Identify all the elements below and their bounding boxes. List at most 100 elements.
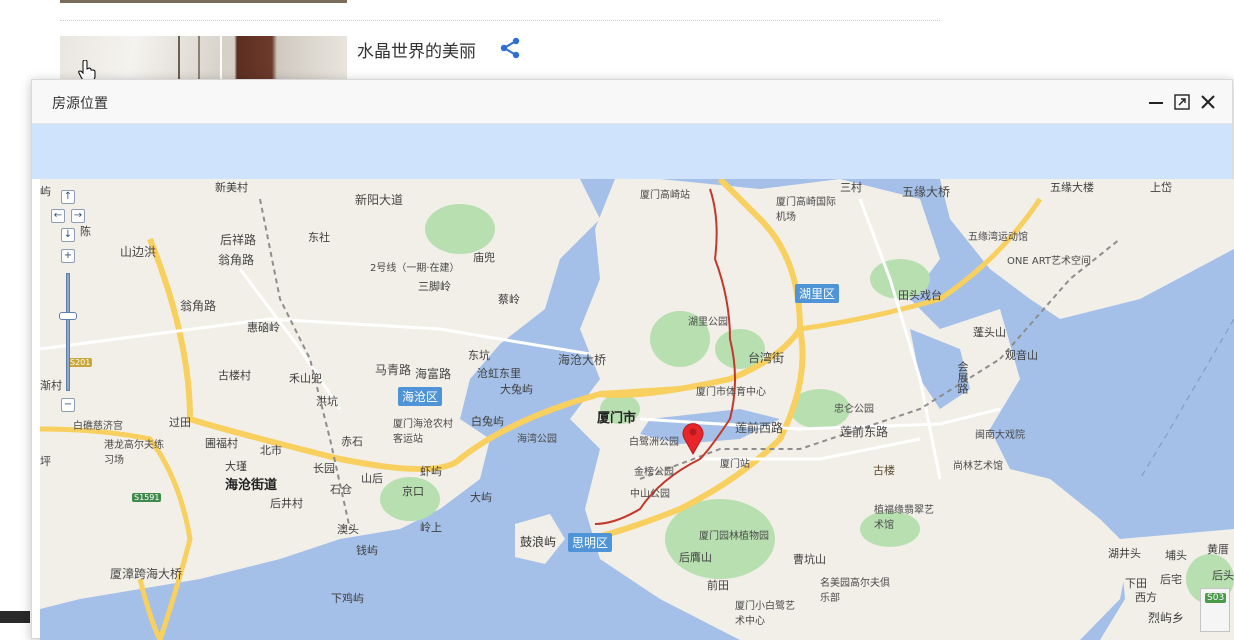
place-label: 钱屿 xyxy=(356,544,378,557)
place-label: 屿 xyxy=(40,185,51,198)
poi-label[interactable]: 五缘湾运动馆 xyxy=(968,228,1028,243)
place-label: 古楼 xyxy=(873,464,895,477)
map-type-badge[interactable]: S03 xyxy=(1200,588,1230,632)
place-label: 黄厝 xyxy=(1207,543,1229,556)
maximize-icon[interactable] xyxy=(1173,93,1191,111)
photo-detail xyxy=(178,36,180,80)
poi-label[interactable]: 湖里公园 xyxy=(688,313,728,328)
place-label: 北市 xyxy=(260,444,282,457)
map-canvas[interactable] xyxy=(40,179,1234,640)
road-label: 五缘大桥 xyxy=(902,185,951,199)
place-label: 上岱 xyxy=(1150,181,1172,194)
place-label: 下鸡屿 xyxy=(331,592,364,605)
poi-label[interactable]: 港龙高尔夫练习场 xyxy=(104,436,164,466)
pan-right-button[interactable]: → xyxy=(71,209,85,223)
poi-label[interactable]: 厦门高崎站 xyxy=(640,186,690,201)
poi-label[interactable]: 尚林艺术馆 xyxy=(953,457,1003,472)
poi-label[interactable]: 海湾公园 xyxy=(517,430,557,445)
place-label: 澳头 xyxy=(337,523,359,536)
place-label: 东坑 xyxy=(468,349,490,362)
place-label: 岭上 xyxy=(420,521,442,534)
place-label: 鼓浪屿 xyxy=(520,535,557,549)
place-label: 湖井头 xyxy=(1108,547,1141,560)
zoom-in-button[interactable]: + xyxy=(61,249,75,263)
poi-label[interactable]: 名美园高尔夫俱乐部 xyxy=(820,574,890,604)
place-label: 大瑾 xyxy=(225,460,247,473)
pan-up-button[interactable]: ↑ xyxy=(61,190,75,204)
sea-lane xyxy=(1139,318,1234,480)
place-label: 田头戏台 xyxy=(898,289,942,302)
place-label: 石仓 xyxy=(330,483,352,496)
place-label: 赤石 xyxy=(341,435,363,448)
poi-label[interactable]: 植福缘翡翠艺术馆 xyxy=(874,501,934,531)
place-label: 烈屿乡 xyxy=(1148,611,1185,625)
poi-label[interactable]: ONE ART艺术空间 xyxy=(1007,252,1091,267)
listing-title[interactable]: 水晶世界的美丽 xyxy=(357,37,476,62)
place-label: 山后 xyxy=(361,472,383,485)
place-label: 白兔屿 xyxy=(471,415,504,428)
photo-detail xyxy=(198,36,200,80)
place-label: 后宅 xyxy=(1160,573,1182,586)
poi-label[interactable]: 忠仑公园 xyxy=(834,400,874,415)
place-label: 后井村 xyxy=(270,497,303,510)
place-label: 新美村 xyxy=(215,181,248,194)
poi-label[interactable]: 闽南大戏院 xyxy=(975,426,1025,441)
road-label: 2号线（一期·在建） xyxy=(370,263,460,274)
poi-label[interactable]: 厦门市体育中心 xyxy=(696,383,766,398)
place-label: 坪 xyxy=(40,455,51,468)
modal-header: 房源位置 xyxy=(32,80,1232,124)
place-label: 蓬头山 xyxy=(973,326,1006,339)
poi-label[interactable]: 厦门站 xyxy=(720,455,750,470)
poi-label[interactable]: 白鹭洲公园 xyxy=(629,433,679,448)
place-label: 后头 xyxy=(1212,569,1234,582)
place-label: 洪坑 xyxy=(316,395,338,408)
place-label: 大兔屿 xyxy=(500,383,533,396)
listing-photo-2[interactable] xyxy=(222,36,347,80)
place-label: 长园 xyxy=(313,462,335,475)
road-label: 莲前西路 xyxy=(735,421,784,435)
poi-label[interactable]: 金榜公园 xyxy=(634,463,674,478)
minimize-icon[interactable] xyxy=(1147,93,1165,111)
poi-label[interactable]: 厦门高崎国际机场 xyxy=(776,193,836,223)
modal-toolbar-band xyxy=(32,124,1232,179)
road-label: 海富路 xyxy=(415,367,452,381)
road-label: 海沧大桥 xyxy=(558,353,607,367)
land-northeast xyxy=(940,179,1234,319)
share-icon[interactable] xyxy=(498,36,522,60)
place-label: 惠硇岭 xyxy=(247,321,280,334)
modal-title: 房源位置 xyxy=(52,96,108,112)
poi-label[interactable]: 厦门园林植物园 xyxy=(699,527,769,542)
place-label: 东社 xyxy=(308,231,330,244)
place-label: 五缘大楼 xyxy=(1050,181,1094,194)
road-label: 新阳大道 xyxy=(355,193,404,207)
highway xyxy=(137,578,163,640)
highway-shield: S1591 xyxy=(132,493,162,502)
place-label: 西方 xyxy=(1135,591,1157,604)
place-label: 大屿 xyxy=(470,491,492,504)
close-icon[interactable] xyxy=(1199,93,1217,111)
place-label: 曹坑山 xyxy=(793,553,826,566)
previous-listing-thumbnail[interactable] xyxy=(60,0,347,3)
poi-label[interactable]: 厦门海沧农村客运站 xyxy=(393,415,453,445)
zoom-slider-track[interactable] xyxy=(66,273,70,391)
district-label: 海沧区 xyxy=(398,387,443,406)
poi-label[interactable]: 中山公园 xyxy=(630,485,670,500)
road-label: 莲前东路 xyxy=(840,425,889,439)
zoom-out-button[interactable]: − xyxy=(61,398,75,412)
location-modal: 房源位置 新阳大道 后祥路 翁角路 山边洪 海富路 马青路 海沧大桥 台湾街 莲… xyxy=(31,79,1234,640)
place-label: 过田 xyxy=(169,416,191,429)
zoom-slider-handle[interactable] xyxy=(59,312,77,320)
place-label: 古楼村 xyxy=(218,369,251,382)
map-type-label: S03 xyxy=(1205,593,1227,603)
place-label: 沧虹东里 xyxy=(477,367,521,380)
pan-left-button[interactable]: ← xyxy=(51,209,65,223)
place-label: 禾山兜 xyxy=(289,372,322,385)
place-label: 会展路 xyxy=(956,361,969,394)
map-view[interactable]: 新阳大道 后祥路 翁角路 山边洪 海富路 马青路 海沧大桥 台湾街 莲前西路 莲… xyxy=(40,179,1234,640)
district-label: 思明区 xyxy=(568,533,613,552)
pan-down-button[interactable]: ↓ xyxy=(61,228,75,242)
place-label: 前田 xyxy=(707,579,729,592)
road-label: 翁角路 xyxy=(218,253,255,267)
place-label: 蔡岭 xyxy=(498,293,520,306)
place-label: 埔头 xyxy=(1165,549,1187,562)
